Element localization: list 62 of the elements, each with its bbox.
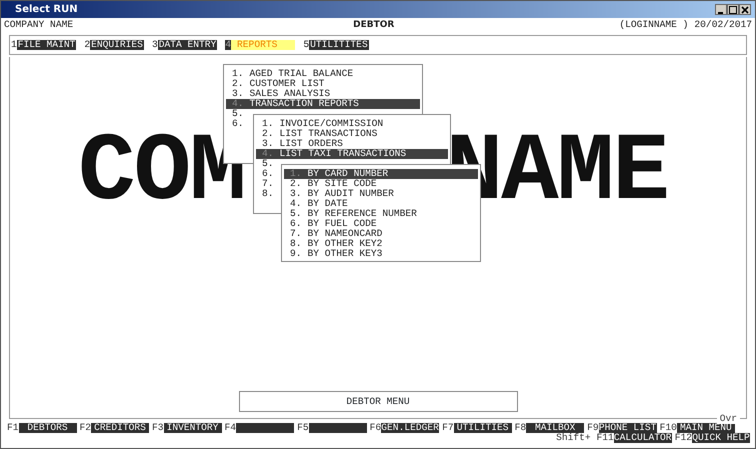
function-key-button[interactable]: MAILBOX	[526, 423, 584, 433]
window-title: Select RUN	[15, 3, 78, 17]
menu-item[interactable]: UTILITITES	[309, 40, 369, 50]
menu-option[interactable]: 3. BY AUDIT NUMBER	[284, 189, 478, 199]
function-key-label: F8	[514, 423, 526, 433]
function-key-label: F6	[370, 423, 382, 433]
function-key-button[interactable]: CREDITORS	[91, 423, 150, 433]
function-key-button[interactable]: INVENTORY	[164, 423, 222, 433]
menu-option[interactable]: 7. BY NAMEONCARD	[284, 229, 478, 239]
function-key-label: F4	[224, 423, 236, 433]
function-key-label: F1	[7, 423, 19, 433]
user-name: (LOGINNAME )	[619, 20, 688, 30]
menu-option[interactable]: 3. SALES ANALYSIS	[226, 89, 420, 99]
minimize-icon	[718, 12, 723, 14]
menu-option[interactable]: 9. BY OTHER KEY3	[284, 249, 478, 259]
function-key-button[interactable]: DEBTORS	[18, 423, 77, 433]
menu-key: 2	[84, 40, 90, 50]
date-text: 20/02/2017	[694, 20, 752, 30]
menu-option[interactable]: 4. TRANSACTION REPORTS	[226, 99, 420, 109]
function-key-button[interactable]: GEN.LEDGER	[381, 423, 440, 433]
function-key-button[interactable]: UTILITIES	[454, 423, 512, 433]
menu-option[interactable]: 2. BY SITE CODE	[284, 179, 478, 189]
menu-key: 3	[152, 40, 158, 50]
close-button[interactable]	[739, 4, 751, 15]
function-key-label: F5	[297, 423, 309, 433]
function-key-label: F3	[152, 423, 164, 433]
minimize-button[interactable]	[715, 4, 727, 15]
mode-indicator: Ovr	[716, 414, 740, 424]
function-key-label: F11	[596, 433, 614, 443]
function-key-button[interactable]: MAIN MENU	[676, 423, 735, 433]
shift-label: Shift+	[556, 433, 591, 443]
company-name: COMPANY NAME	[4, 20, 74, 30]
menu-option[interactable]: 8. BY OTHER KEY2	[284, 239, 478, 249]
menu-option[interactable]: 1. AGED TRIAL BALANCE	[226, 69, 420, 79]
menu-option[interactable]: 1. INVOICE/COMMISSION	[256, 119, 448, 129]
menu-option[interactable]: 2. LIST TRANSACTIONS	[256, 129, 448, 139]
maximize-icon	[729, 6, 737, 14]
function-key-label: F9	[587, 423, 599, 433]
function-key-label: F2	[80, 423, 92, 433]
function-key-button[interactable]: CALCULATOR	[614, 433, 672, 443]
menu-option[interactable]: 2. CUSTOMER LIST	[226, 79, 420, 89]
menu-item[interactable]: ENQUIRIES	[90, 40, 144, 50]
close-icon	[741, 6, 749, 14]
menu-option[interactable]: 4. LIST TAXI TRANSACTIONS	[256, 149, 448, 159]
function-key-label: F7	[442, 423, 454, 433]
menu-option[interactable]: 3. LIST ORDERS	[256, 139, 448, 149]
menu-option[interactable]: 4. BY DATE	[284, 199, 478, 209]
function-key-label: F12	[674, 433, 692, 443]
menu-title: DEBTOR MENU	[238, 391, 518, 412]
menu-key: 4	[225, 40, 232, 50]
menu-option[interactable]: 6. BY FUEL CODE	[284, 219, 478, 229]
menu-key: 5	[303, 40, 310, 50]
maximize-button[interactable]	[727, 4, 739, 15]
function-key-label: F10	[660, 423, 677, 433]
menu-option[interactable]: 5. BY REFERENCE NUMBER	[284, 209, 478, 219]
menu-key: 1	[11, 40, 17, 50]
menu-item[interactable]: FILE MAINT	[16, 40, 76, 50]
function-key-button[interactable]: PHONE LIST	[598, 423, 657, 433]
menu-item[interactable]: DATA ENTRY	[158, 40, 218, 50]
module-name: DEBTOR	[353, 20, 394, 30]
menu-option[interactable]: 1. BY CARD NUMBER	[284, 169, 478, 179]
function-key-button[interactable]: QUICK HELP	[692, 433, 750, 443]
